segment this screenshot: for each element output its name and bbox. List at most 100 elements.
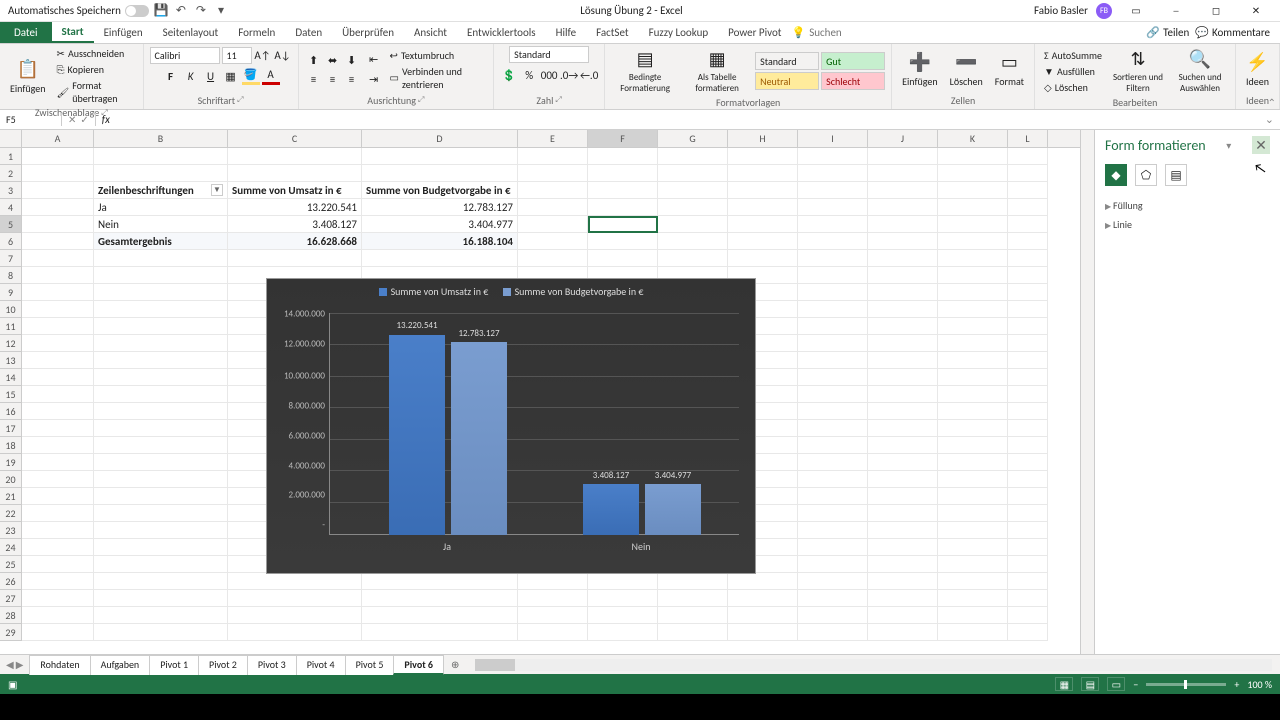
cell[interactable] xyxy=(1008,301,1048,318)
cell[interactable] xyxy=(22,284,94,301)
cell[interactable] xyxy=(1008,522,1048,539)
cell[interactable] xyxy=(868,624,938,641)
autosum-button[interactable]: Σ AutoSumme xyxy=(1041,48,1105,63)
cell[interactable] xyxy=(938,454,1008,471)
cell[interactable] xyxy=(938,165,1008,182)
cell[interactable] xyxy=(94,250,228,267)
row-header[interactable]: 27 xyxy=(0,590,22,607)
wrap-text-button[interactable]: ↩ Textumbruch xyxy=(387,48,488,63)
cell[interactable] xyxy=(228,624,362,641)
cell[interactable] xyxy=(938,590,1008,607)
pane-section-fill[interactable]: Füllung xyxy=(1105,196,1270,215)
pane-section-line[interactable]: Linie xyxy=(1105,215,1270,234)
col-header-K[interactable]: K xyxy=(938,130,1008,147)
sheet-tab[interactable]: Pivot 4 xyxy=(296,655,346,675)
sheet-tab[interactable]: Pivot 6 xyxy=(393,655,444,675)
row-header[interactable]: 23 xyxy=(0,522,22,539)
formula-input[interactable] xyxy=(116,113,1259,126)
cell[interactable] xyxy=(798,420,868,437)
cell[interactable]: 3.408.127 xyxy=(228,216,362,233)
cell[interactable] xyxy=(798,369,868,386)
cell[interactable] xyxy=(728,250,798,267)
tellme-search[interactable]: 💡 xyxy=(791,26,911,39)
cell[interactable] xyxy=(518,182,588,199)
cell[interactable]: 12.783.127 xyxy=(362,199,518,216)
qat-customize-icon[interactable]: ▾ xyxy=(213,3,229,19)
redo-icon[interactable]: ↷ xyxy=(193,3,209,19)
cell[interactable] xyxy=(518,165,588,182)
cell[interactable] xyxy=(798,318,868,335)
view-pagebreak-icon[interactable]: ▭ xyxy=(1107,677,1125,691)
cell[interactable]: Summe von Budgetvorgabe in € xyxy=(362,182,518,199)
format-painter-button[interactable]: 🖌 Format übertragen xyxy=(54,78,137,106)
cell[interactable] xyxy=(518,199,588,216)
cell[interactable] xyxy=(518,573,588,590)
cell[interactable] xyxy=(868,335,938,352)
decrease-font-icon[interactable]: A↓ xyxy=(274,46,292,64)
cell[interactable] xyxy=(868,301,938,318)
cell[interactable] xyxy=(22,624,94,641)
cell[interactable] xyxy=(798,624,868,641)
col-header-A[interactable]: A xyxy=(22,130,94,147)
cell[interactable] xyxy=(798,607,868,624)
row-header[interactable]: 4 xyxy=(0,199,22,216)
cell[interactable] xyxy=(94,539,228,556)
cell[interactable] xyxy=(868,233,938,250)
cell[interactable] xyxy=(22,607,94,624)
cell[interactable] xyxy=(728,182,798,199)
cell[interactable]: Summe von Umsatz in € xyxy=(228,182,362,199)
tab-data[interactable]: Daten xyxy=(285,22,332,43)
tab-fuzzy[interactable]: Fuzzy Lookup xyxy=(639,22,719,43)
cell[interactable] xyxy=(1008,403,1048,420)
row-header[interactable]: 19 xyxy=(0,454,22,471)
row-header[interactable]: 12 xyxy=(0,335,22,352)
cell[interactable] xyxy=(94,590,228,607)
cell[interactable] xyxy=(228,148,362,165)
cell[interactable] xyxy=(728,165,798,182)
border-button[interactable]: ▦ xyxy=(222,67,240,85)
cell[interactable] xyxy=(518,233,588,250)
bar-nein-budget[interactable] xyxy=(645,484,701,535)
align-left-icon[interactable]: ≡ xyxy=(305,70,323,88)
cell[interactable] xyxy=(868,590,938,607)
cell[interactable] xyxy=(938,471,1008,488)
cell[interactable] xyxy=(1008,199,1048,216)
cell[interactable] xyxy=(658,607,728,624)
cell[interactable] xyxy=(94,318,228,335)
fill-button[interactable]: ▼ Ausfüllen xyxy=(1041,64,1105,79)
cell[interactable] xyxy=(518,250,588,267)
cell[interactable] xyxy=(588,216,658,233)
cell[interactable] xyxy=(228,573,362,590)
cell[interactable]: 13.220.541 xyxy=(228,199,362,216)
col-header-G[interactable]: G xyxy=(658,130,728,147)
vertical-scrollbar[interactable] xyxy=(1080,130,1094,654)
cell[interactable] xyxy=(938,267,1008,284)
align-center-icon[interactable]: ≡ xyxy=(324,70,342,88)
cell[interactable] xyxy=(798,556,868,573)
format-cells-button[interactable]: ▭Format xyxy=(991,49,1028,90)
cell[interactable] xyxy=(22,403,94,420)
increase-decimal-icon[interactable]: .0→ xyxy=(560,66,578,84)
cell[interactable] xyxy=(938,624,1008,641)
cell[interactable] xyxy=(798,267,868,284)
cell[interactable] xyxy=(94,624,228,641)
row-header[interactable]: 2 xyxy=(0,165,22,182)
cell[interactable] xyxy=(518,148,588,165)
cell[interactable] xyxy=(868,471,938,488)
cell[interactable] xyxy=(22,454,94,471)
underline-button[interactable]: U xyxy=(202,67,220,85)
col-header-F[interactable]: F xyxy=(588,130,658,147)
cell[interactable] xyxy=(1008,505,1048,522)
cell[interactable] xyxy=(868,284,938,301)
cell[interactable] xyxy=(798,522,868,539)
cell[interactable] xyxy=(94,522,228,539)
cell[interactable] xyxy=(22,335,94,352)
cell[interactable] xyxy=(1008,437,1048,454)
cell[interactable] xyxy=(798,352,868,369)
cell[interactable] xyxy=(588,199,658,216)
cell[interactable] xyxy=(362,590,518,607)
cell[interactable] xyxy=(1008,335,1048,352)
cell[interactable] xyxy=(588,250,658,267)
row-header[interactable]: 26 xyxy=(0,573,22,590)
cell[interactable] xyxy=(228,607,362,624)
